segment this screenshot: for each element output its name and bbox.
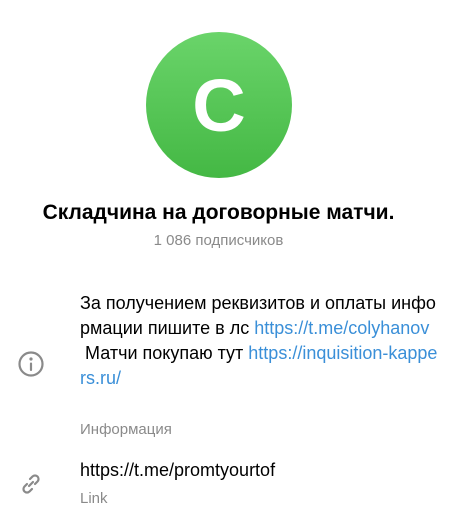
info-caption: Информация: [80, 421, 172, 438]
link-caption: Link: [80, 490, 108, 507]
channel-avatar[interactable]: C: [146, 32, 292, 178]
info-description: За получением реквизитов и оплаты информ…: [80, 291, 440, 391]
contact-link[interactable]: https://t.me/colyhanov: [254, 318, 429, 338]
info-icon: [16, 349, 46, 379]
info-text-part2: Матчи покупаю тут: [85, 343, 244, 363]
link-icon: [16, 469, 46, 499]
subscriber-count: 1 086 подписчиков: [153, 232, 284, 249]
avatar-letter: C: [192, 64, 246, 147]
channel-title: Складчина на договорные матчи.: [42, 201, 395, 224]
channel-link[interactable]: https://t.me/promtyourtof: [80, 460, 275, 481]
